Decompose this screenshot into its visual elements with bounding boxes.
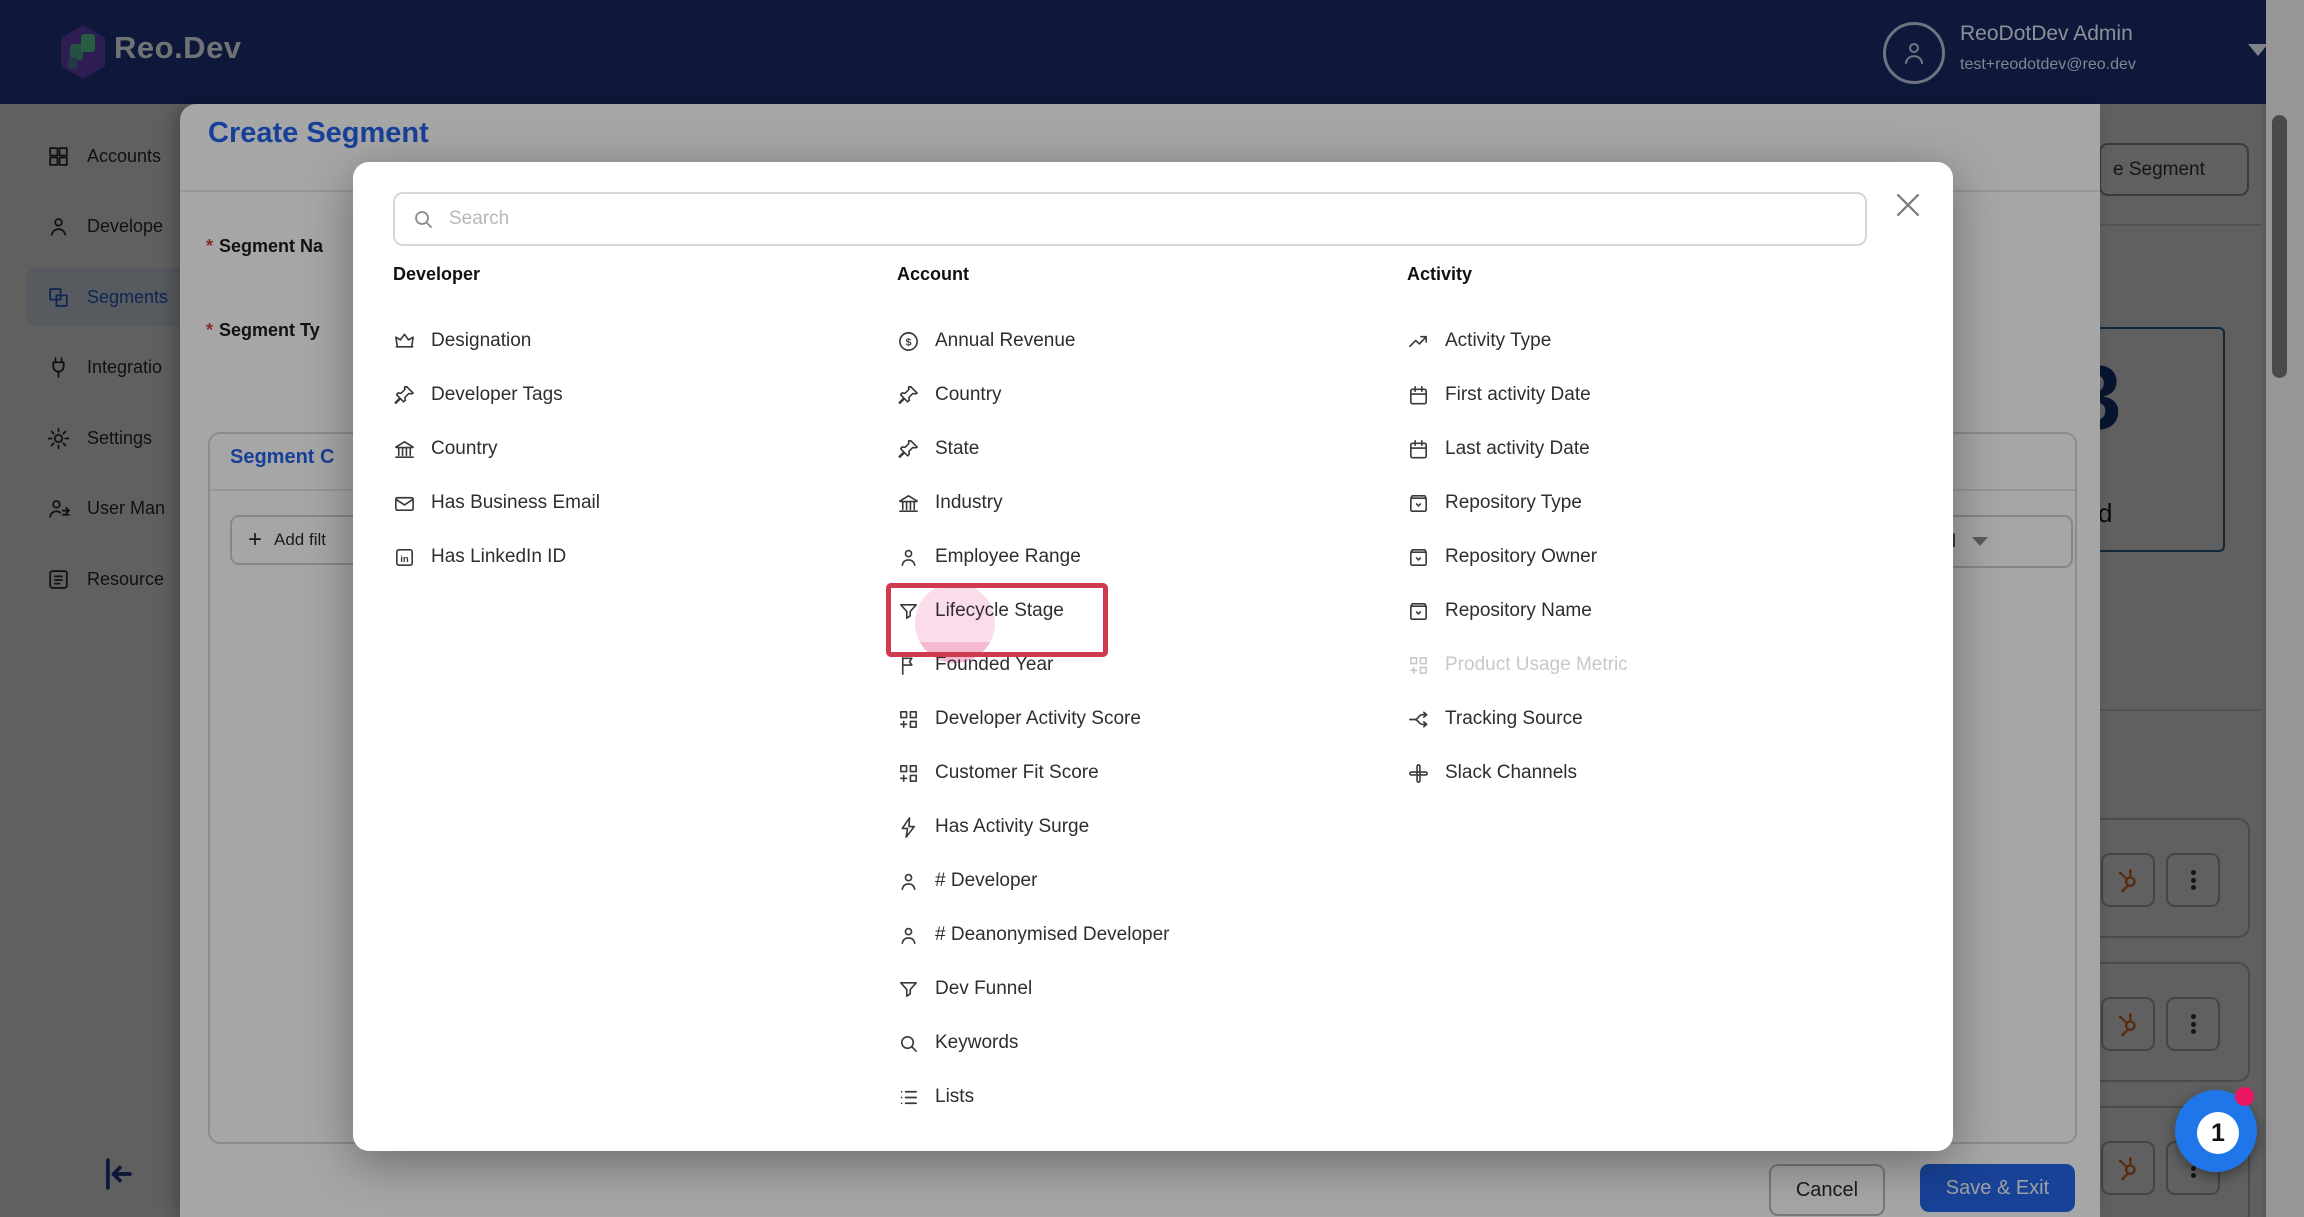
filter-option-tracking-source[interactable]: Tracking Source	[1407, 692, 1887, 746]
filter-option-country[interactable]: Country	[897, 368, 1377, 422]
funnel-icon	[897, 978, 920, 1001]
list-icon	[897, 1086, 920, 1109]
filter-option-employee-range[interactable]: Employee Range	[897, 530, 1377, 584]
filter-option-num-developer[interactable]: # Developer	[897, 854, 1377, 908]
score-icon	[897, 762, 920, 785]
filter-option-country[interactable]: Country	[393, 422, 873, 476]
filter-option-has-linkedin-id[interactable]: Has LinkedIn ID	[393, 530, 873, 584]
repo-icon	[1407, 600, 1430, 623]
score-icon	[1407, 654, 1430, 677]
dollar-icon	[897, 330, 920, 353]
calendar-icon	[1407, 384, 1430, 407]
filter-option-designation[interactable]: Designation	[393, 314, 873, 368]
column-header-developer: Developer	[393, 264, 480, 285]
filter-option-has-activity-surge[interactable]: Has Activity Surge	[897, 800, 1377, 854]
person-icon	[897, 924, 920, 947]
filter-picker-modal: Developer Account Activity Designation D…	[353, 162, 1953, 1151]
repo-icon	[1407, 492, 1430, 515]
filter-option-customer-fit-score[interactable]: Customer Fit Score	[897, 746, 1377, 800]
filter-option-industry[interactable]: Industry	[897, 476, 1377, 530]
notification-dot	[2235, 1087, 2254, 1106]
bolt-icon	[897, 816, 920, 839]
crown-icon	[393, 330, 416, 353]
developer-column: Designation Developer Tags Country Has B…	[393, 314, 873, 584]
filter-option-slack-channels[interactable]: Slack Channels	[1407, 746, 1887, 800]
filter-option-keywords[interactable]: Keywords	[897, 1016, 1377, 1070]
bank-icon	[393, 438, 416, 461]
filter-option-repository-type[interactable]: Repository Type	[1407, 476, 1887, 530]
filter-option-annual-revenue[interactable]: Annual Revenue	[897, 314, 1377, 368]
filter-option-developer-tags[interactable]: Developer Tags	[393, 368, 873, 422]
filter-option-has-business-email[interactable]: Has Business Email	[393, 476, 873, 530]
filter-option-product-usage-metric: Product Usage Metric	[1407, 638, 1887, 692]
page-scrollbar[interactable]	[2266, 0, 2304, 1217]
score-icon	[897, 708, 920, 731]
filter-option-repository-name[interactable]: Repository Name	[1407, 584, 1887, 638]
search-icon	[411, 207, 435, 231]
filter-option-num-deanonymised-developer[interactable]: # Deanonymised Developer	[897, 908, 1377, 962]
linkedin-icon	[393, 546, 416, 569]
filter-option-developer-activity-score[interactable]: Developer Activity Score	[897, 692, 1377, 746]
lifecycle-stage-highlight-box	[886, 583, 1108, 657]
app-root: Reo.Dev ReoDotDev Admin test+reodotdev@r…	[0, 0, 2304, 1217]
bank-icon	[897, 492, 920, 515]
repo-icon	[1407, 546, 1430, 569]
route-icon	[1407, 708, 1430, 731]
person-icon	[897, 870, 920, 893]
trend-icon	[1407, 330, 1430, 353]
filter-option-lists[interactable]: Lists	[897, 1070, 1377, 1124]
pin-icon	[897, 384, 920, 407]
column-header-activity: Activity	[1407, 264, 1472, 285]
column-header-account: Account	[897, 264, 969, 285]
search-icon	[897, 1032, 920, 1055]
filter-option-activity-type[interactable]: Activity Type	[1407, 314, 1887, 368]
filter-option-state[interactable]: State	[897, 422, 1377, 476]
mail-icon	[393, 492, 416, 515]
pin-icon	[897, 438, 920, 461]
slack-icon	[1407, 762, 1430, 785]
filter-option-dev-funnel[interactable]: Dev Funnel	[897, 962, 1377, 1016]
filter-option-repository-owner[interactable]: Repository Owner	[1407, 530, 1887, 584]
pin-icon	[393, 384, 416, 407]
search-field[interactable]	[393, 192, 1867, 246]
calendar-icon	[1407, 438, 1430, 461]
person-icon	[897, 546, 920, 569]
activity-column: Activity Type First activity Date Last a…	[1407, 314, 1887, 800]
search-input[interactable]	[447, 207, 1865, 231]
filter-option-first-activity-date[interactable]: First activity Date	[1407, 368, 1887, 422]
account-column: Annual Revenue Country State Industry Em…	[897, 314, 1377, 1124]
scrollbar-thumb[interactable]	[2272, 115, 2287, 378]
filter-option-last-activity-date[interactable]: Last activity Date	[1407, 422, 1887, 476]
chat-unread-badge: 1	[2197, 1112, 2239, 1154]
close-icon[interactable]	[1891, 188, 1925, 222]
